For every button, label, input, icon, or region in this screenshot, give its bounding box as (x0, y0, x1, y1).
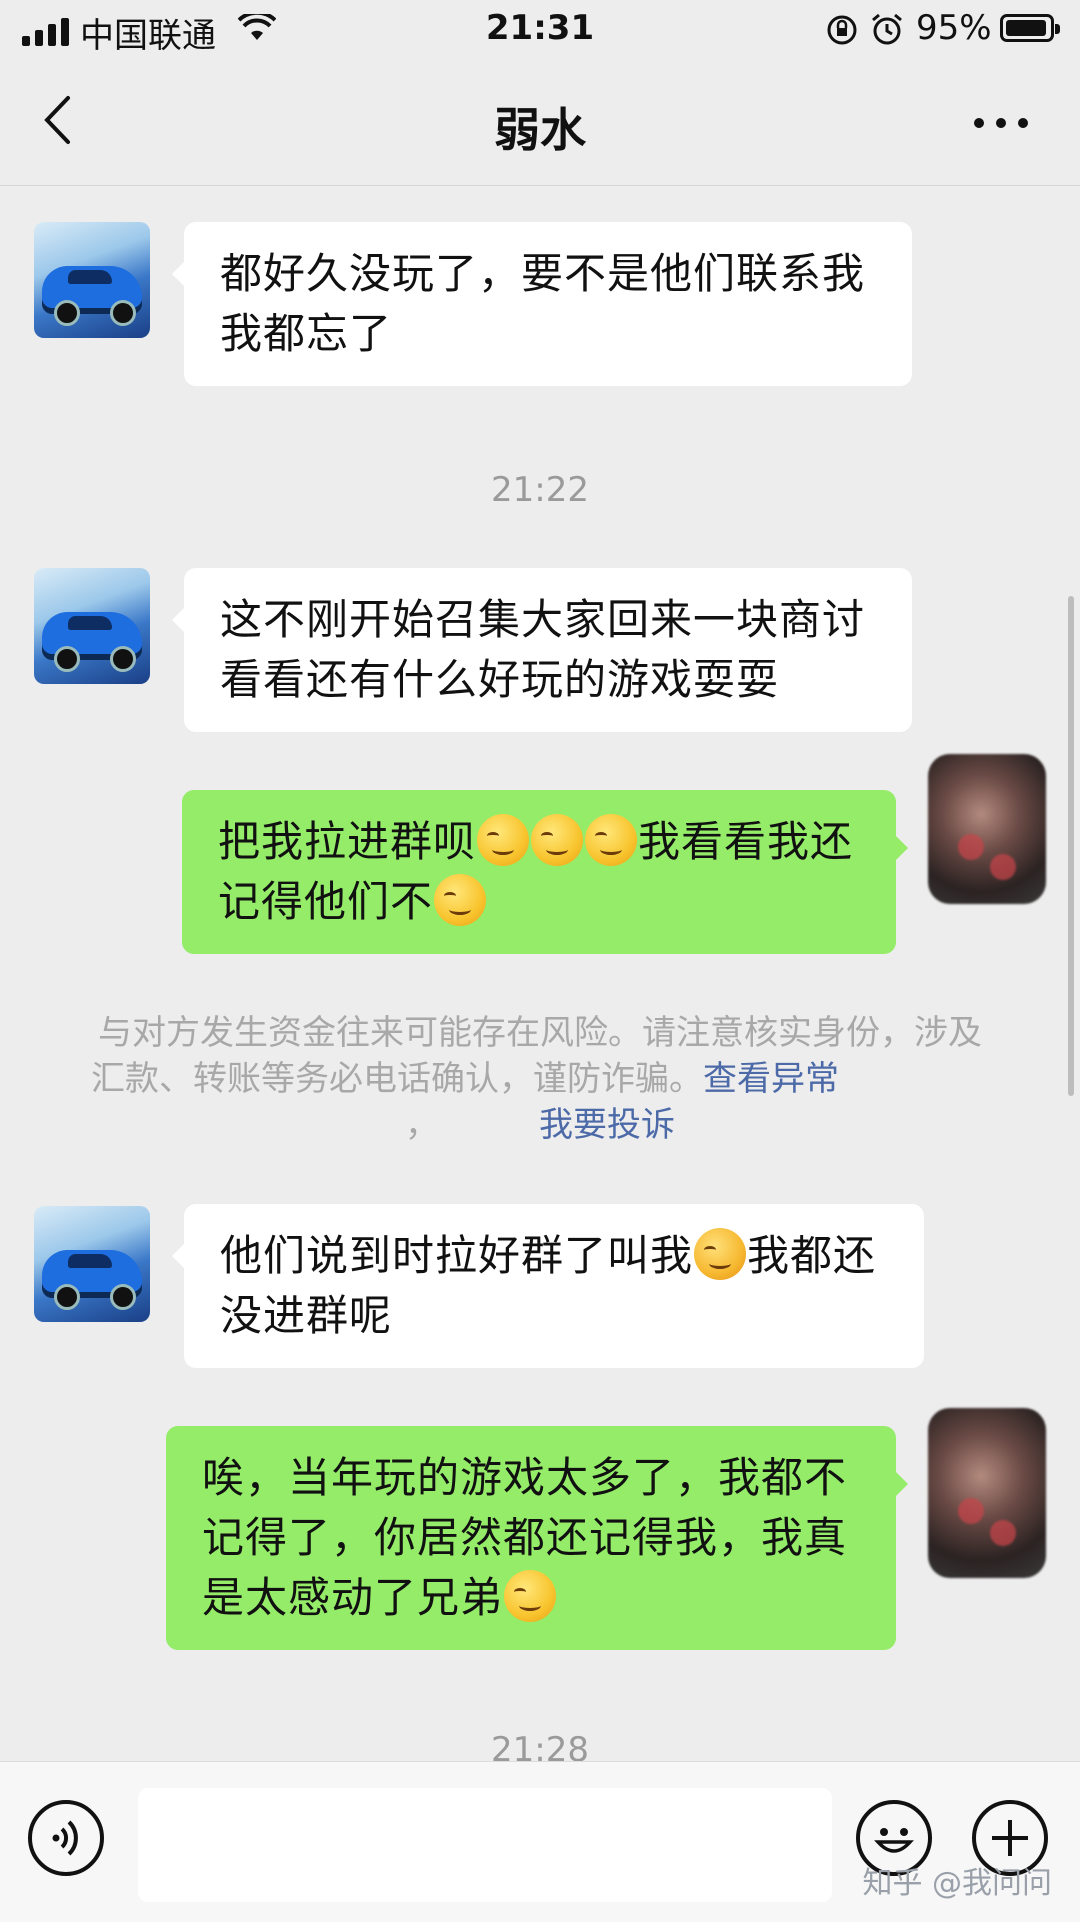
incoming-message[interactable]: 都好久没玩了，要不是他们联系我我都忘了 (172, 222, 912, 386)
rotation-lock-icon (827, 15, 857, 45)
outgoing-message[interactable]: 把我拉进群呗 我看看我还记得他们不 (182, 790, 908, 954)
smirk-emoji-icon (434, 874, 487, 926)
message-text: 都好久没玩了，要不是他们联系我我都忘了 (220, 249, 866, 358)
battery-icon (1000, 14, 1060, 42)
smirk-emoji-icon (531, 814, 584, 866)
risk-notice: 与对方发生资金往来可能存在风险。请注意核实身份，涉及汇款、转账等务必电话确认，谨… (90, 1010, 990, 1148)
input-bar: 知乎 @我问问 (0, 1761, 1080, 1922)
my-avatar[interactable] (928, 754, 1046, 904)
scrollbar[interactable] (1068, 596, 1074, 1096)
incoming-message[interactable]: 他们说到时拉好群了叫我 我都还没进群呢 (172, 1204, 924, 1368)
report-link[interactable]: 我要投诉 (539, 1105, 675, 1145)
chat-title: 弱水 (494, 103, 586, 157)
chat-header: 弱水 (0, 60, 1080, 186)
alarm-icon (872, 13, 902, 45)
smirk-emoji-icon (585, 814, 638, 866)
watermark: 知乎 @我问问 (862, 1866, 1052, 1901)
smirk-emoji-icon (504, 1570, 557, 1622)
message-list[interactable]: 都好久没玩了，要不是他们联系我我都忘了 21:22 这不刚开始召集大家回来一块商… (0, 186, 1080, 1761)
check-abnormal-link[interactable]: 查看异常 (703, 1059, 839, 1099)
contact-avatar[interactable] (34, 568, 150, 684)
voice-icon[interactable] (28, 1800, 104, 1876)
more-dots-icon[interactable] (974, 118, 1028, 128)
contact-avatar[interactable] (34, 1206, 150, 1322)
smirk-emoji-icon (477, 814, 530, 866)
message-text: 把我拉进群呗 (218, 817, 477, 866)
status-bar: 中国联通 21:31 95% (0, 0, 1080, 60)
message-text: 这不刚开始召集大家回来一块商讨看看还有什么好玩的游戏耍耍 (220, 595, 866, 704)
message-timestamp: 21:28 (491, 1730, 589, 1761)
notice-text: 与对方发生资金往来可能存在风险。请注意核实身份，涉及汇款、转账等务必电话确认，谨… (91, 1013, 982, 1099)
my-avatar[interactable] (928, 1408, 1046, 1578)
incoming-message[interactable]: 这不刚开始召集大家回来一块商讨看看还有什么好玩的游戏耍耍 (172, 568, 912, 732)
message-timestamp: 21:22 (491, 470, 589, 510)
notice-separator: ， (405, 1105, 439, 1145)
crying-laughing-emoji-icon (694, 1228, 747, 1280)
contact-avatar[interactable] (34, 222, 150, 338)
outgoing-message[interactable]: 唉，当年玩的游戏太多了，我都不记得了，你居然都还记得我，我真是太感动了兄弟 (166, 1426, 908, 1650)
message-text: 他们说到时拉好群了叫我 (220, 1231, 694, 1280)
battery-percent: 95% (916, 8, 992, 48)
message-input[interactable] (138, 1788, 832, 1902)
